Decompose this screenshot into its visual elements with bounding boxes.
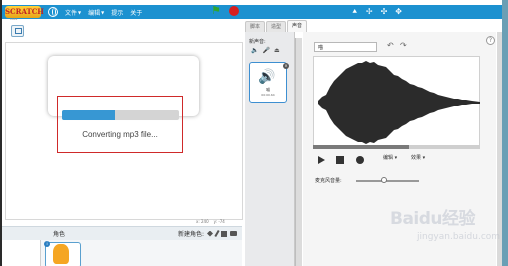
- sprite-tools: ⯅ ✢ ✣ ✥: [351, 7, 402, 17]
- menu-edit[interactable]: 编辑 ▼: [88, 8, 104, 17]
- language-globe-icon[interactable]: [48, 7, 58, 17]
- cut-icon[interactable]: ✢: [366, 7, 373, 17]
- new-sound-controls: 🔈 🎤 ⏏: [251, 47, 280, 54]
- effects-dropdown-label: 效果: [411, 155, 422, 161]
- redo-icon[interactable]: ↷: [400, 41, 407, 50]
- new-sound-label: 新声音:: [249, 39, 266, 45]
- sprite-info-icon[interactable]: i: [44, 241, 50, 247]
- stop-sign-icon[interactable]: [229, 6, 239, 16]
- editor-tabs: 脚本 造型 声音: [243, 19, 496, 32]
- menu-edit-label: 编辑: [88, 9, 101, 17]
- shrink-icon[interactable]: ✥: [395, 7, 402, 17]
- choose-sprite-from-library-icon[interactable]: [207, 230, 213, 237]
- play-icon[interactable]: [318, 156, 325, 164]
- watermark-subtext: jingyan.baidu.com: [417, 232, 501, 242]
- new-sprite-label: 新建角色:: [177, 231, 204, 238]
- tab-sounds[interactable]: 声音: [287, 20, 308, 32]
- microphone-volume-label: 麦克风音量:: [315, 178, 342, 184]
- tab-scripts[interactable]: 脚本: [245, 21, 266, 32]
- stop-icon[interactable]: [336, 156, 344, 164]
- grow-icon[interactable]: ✣: [381, 7, 388, 17]
- undo-icon[interactable]: ↶: [387, 41, 394, 50]
- edit-dropdown[interactable]: 编辑 ▾: [383, 154, 397, 161]
- scratch-cat-icon: [53, 244, 69, 264]
- green-flag-icon[interactable]: ⚑: [211, 4, 221, 17]
- sound-name-input[interactable]: [314, 42, 377, 52]
- watermark: Baidu经验: [390, 209, 476, 229]
- sound-item-duration: 00:00.64: [261, 93, 275, 97]
- new-sprite-controls: 新建角色:: [178, 229, 237, 238]
- microphone-volume-slider[interactable]: [356, 180, 419, 182]
- highlight-box: [57, 96, 183, 153]
- edit-dropdown-label: 编辑: [383, 155, 394, 161]
- window-right-edge: [502, 0, 508, 266]
- sprite-pane-header: 角色 新建角色:: [2, 226, 242, 240]
- stage-toolbar: [2, 19, 242, 41]
- waveform-shape: [318, 61, 480, 144]
- speaker-library-icon[interactable]: 🔈: [251, 47, 258, 54]
- effects-dropdown[interactable]: 效果 ▾: [411, 154, 425, 161]
- chevron-down-icon: ▼: [78, 9, 82, 15]
- menu-tips-label: 提示: [111, 9, 124, 17]
- stage-thumbnail-area[interactable]: [6, 240, 41, 266]
- paint-new-sprite-icon[interactable]: [214, 229, 220, 238]
- menu-bar: SCRATCH 文件 ▼ 编辑 ▼ 提示 关于 ⯅ ✢ ✣ ✥: [2, 5, 502, 19]
- chevron-down-icon: ▼: [101, 9, 105, 15]
- coord-y: y: -74: [213, 219, 225, 224]
- duplicate-icon[interactable]: ⯅: [351, 7, 357, 17]
- upload-sound-icon[interactable]: ⏏: [274, 47, 280, 54]
- help-icon[interactable]: ?: [486, 36, 495, 45]
- waveform-view[interactable]: [313, 56, 480, 147]
- waveform: [318, 61, 480, 144]
- menu-tips[interactable]: 提示: [111, 8, 123, 17]
- record-icon[interactable]: [356, 156, 364, 164]
- coord-x: x: 240: [196, 219, 209, 224]
- presentation-mode-button[interactable]: [11, 25, 24, 37]
- sprite-pane-title: 角色: [53, 231, 66, 238]
- sound-list-scrollbar[interactable]: [295, 38, 302, 266]
- menu-about[interactable]: 关于: [130, 8, 142, 17]
- tab-costumes[interactable]: 造型: [266, 21, 287, 32]
- speaker-icon: 🔊: [258, 69, 276, 85]
- mouse-coordinates: x: 240 y: -74: [196, 219, 225, 224]
- menu-file[interactable]: 文件 ▼: [65, 8, 81, 17]
- delete-sound-icon[interactable]: ×: [283, 63, 289, 69]
- microphone-icon[interactable]: 🎤: [262, 47, 269, 54]
- camera-icon[interactable]: [230, 231, 237, 236]
- menu-file-label: 文件: [65, 9, 78, 17]
- version-label: v461: [10, 17, 18, 21]
- upload-sprite-icon[interactable]: [221, 230, 227, 237]
- menu-about-label: 关于: [130, 9, 143, 17]
- waveform-scroll-thumb[interactable]: [313, 145, 409, 149]
